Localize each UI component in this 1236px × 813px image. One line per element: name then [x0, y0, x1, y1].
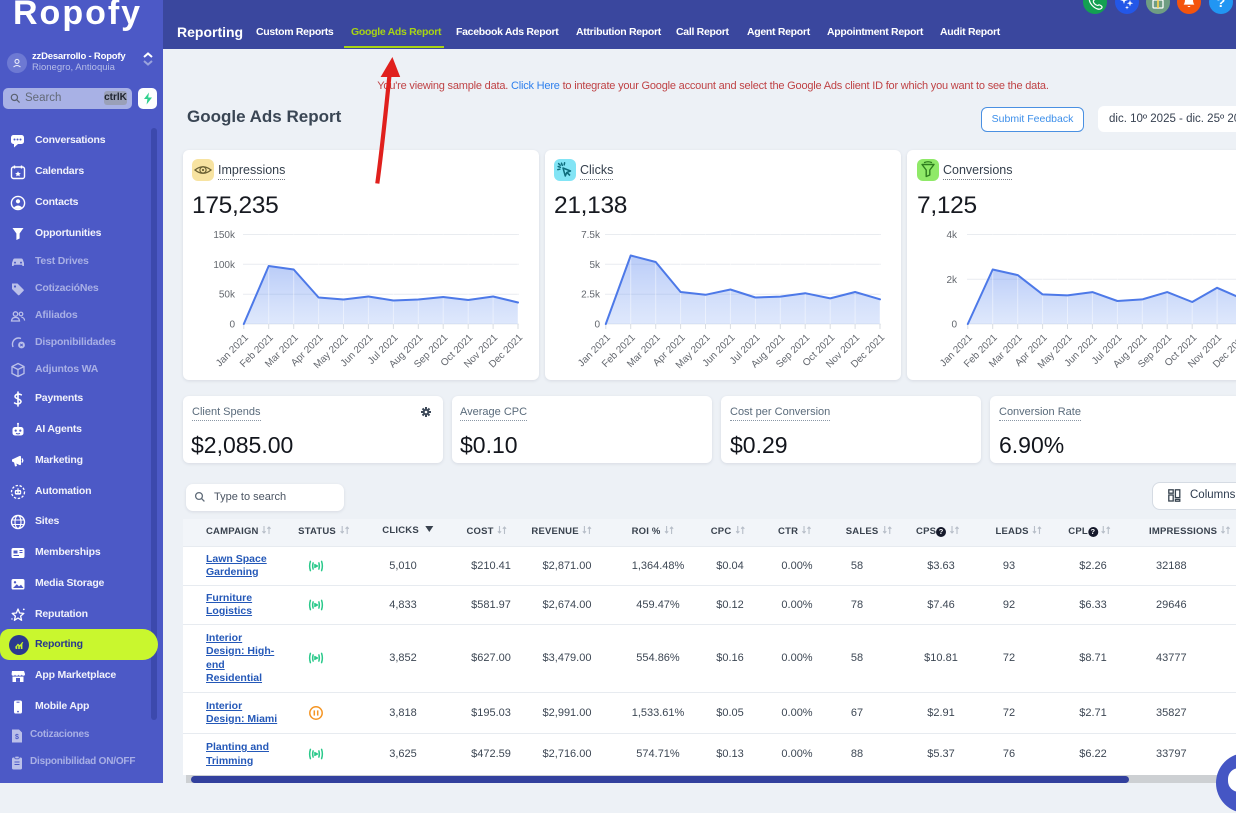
svg-text:150k: 150k	[213, 230, 236, 241]
svg-text:2k: 2k	[946, 275, 958, 286]
svg-text:4k: 4k	[946, 230, 958, 241]
svg-text:0: 0	[594, 320, 600, 331]
svg-text:0: 0	[229, 320, 235, 331]
svg-text:100k: 100k	[213, 260, 236, 271]
svg-text:0: 0	[951, 320, 957, 331]
svg-text:5k: 5k	[589, 260, 601, 271]
svg-text:50k: 50k	[219, 290, 236, 301]
svg-text:2.5k: 2.5k	[581, 290, 601, 301]
svg-text:7.5k: 7.5k	[581, 230, 601, 241]
svg-text:$: $	[15, 734, 19, 741]
